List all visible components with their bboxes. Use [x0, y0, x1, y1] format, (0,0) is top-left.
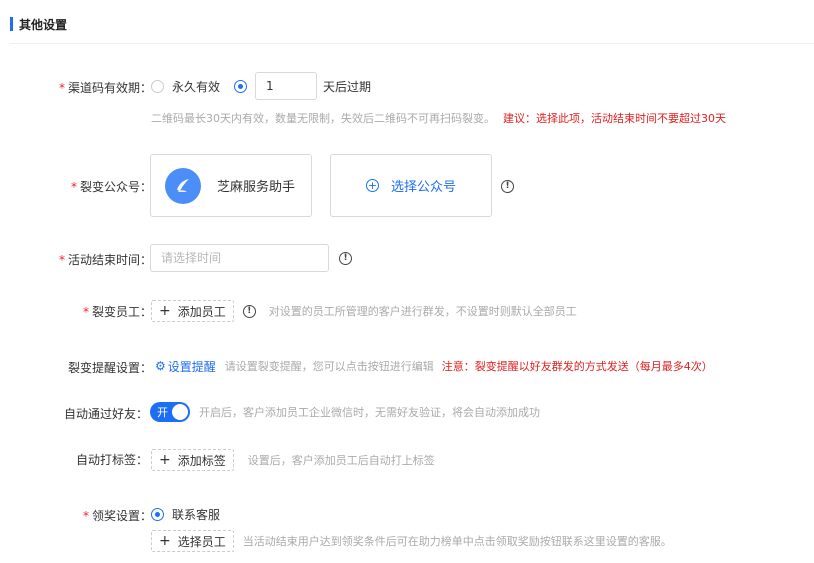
radio-forever-circle[interactable]: [151, 79, 164, 93]
plus-icon: +: [159, 452, 171, 468]
section-accent-bar: [10, 17, 13, 31]
reminder-warning: 注意：裂变提醒以好友群发的方式发送（每月最多4次）: [441, 360, 713, 373]
qr-validity-hint-row: 二维码最长30天内有效，数量无限制，失效后二维码不可再扫码裂变。 建议：选择此项…: [151, 110, 726, 126]
info-icon[interactable]: !: [242, 304, 256, 318]
info-icon[interactable]: !: [501, 180, 514, 193]
sesame-logo-icon: [177, 178, 189, 192]
radio-days-circle[interactable]: [234, 79, 248, 93]
switch-knob: [172, 404, 188, 420]
auto-accept-switch[interactable]: 开: [150, 402, 190, 422]
staff-label-text: 裂变员工：: [91, 305, 152, 319]
staff-hint: 对设置的员工所管理的客户进行群发，不设置时则默认全部员工: [268, 305, 577, 318]
reward-label: * 领奖设置：: [40, 507, 152, 524]
qr-validity-warning: 建议：选择此项，活动结束时间不要超过30天: [503, 112, 726, 125]
add-tag-label: 添加标签: [177, 453, 226, 468]
radio-forever-label: 永久有效: [172, 79, 221, 94]
add-staff-label: 添加员工: [177, 304, 226, 319]
auto-accept-row: 开 开启后，客户添加员工企业微信时，无需好友验证，将会自动添加成功: [150, 402, 540, 422]
required-mark: *: [82, 305, 89, 319]
plus-icon: +: [159, 533, 171, 549]
add-staff-button[interactable]: + 添加员工: [151, 300, 234, 322]
qr-validity-hint: 二维码最长30天内有效，数量无限制，失效后二维码不可再扫码裂变。: [151, 112, 495, 125]
radio-contact-service-circle[interactable]: [151, 507, 164, 521]
auto-tag-hint: 设置后，客户添加员工后自动打上标签: [247, 454, 435, 467]
reward-staff-row: + 选择员工 当活动结束用户达到领奖条件后可在助力榜单中点击领取奖励按钮联系这里…: [151, 530, 672, 552]
radio-days[interactable]: [234, 79, 248, 93]
select-staff-button[interactable]: + 选择员工: [151, 530, 234, 552]
radio-forever[interactable]: 永久有效: [151, 78, 220, 95]
reminder-row: ⚙ 设置提醒 请设置裂变提醒，您可以点击按钮进行编辑 注意：裂变提醒以好友群发的…: [155, 357, 713, 375]
end-time-input[interactable]: [150, 244, 329, 272]
auto-tag-label-text: 自动打标签：: [75, 453, 148, 467]
section-divider: [10, 43, 814, 44]
account-logo-icon: [165, 167, 201, 204]
reward-option-row: 联系客服: [151, 505, 220, 523]
required-mark: *: [70, 180, 77, 194]
radio-contact-service[interactable]: 联系客服: [151, 506, 220, 523]
qr-validity-options: 永久有效 天后过期: [151, 72, 371, 100]
staff-row: + 添加员工 ! 对设置的员工所管理的客户进行群发，不设置时则默认全部员工: [151, 300, 577, 322]
auto-accept-label-text: 自动通过好友：: [63, 407, 148, 421]
auto-tag-row: + 添加标签 设置后，客户添加员工后自动打上标签: [151, 449, 435, 471]
reward-label-text: 领奖设置：: [91, 509, 152, 523]
gear-icon: ⚙: [155, 359, 166, 373]
end-time-label-text: 活动结束时间：: [67, 253, 152, 267]
set-reminder-button[interactable]: ⚙ 设置提醒: [155, 358, 216, 375]
qr-validity-label-text: 渠道码有效期：: [67, 81, 152, 95]
days-suffix: 天后过期: [323, 79, 372, 94]
end-time-label: * 活动结束时间：: [40, 251, 152, 268]
official-account-label: * 裂变公众号：: [40, 178, 152, 195]
plus-circle-icon: +: [365, 179, 379, 192]
plus-icon: +: [159, 303, 171, 319]
staff-label: * 裂变员工：: [40, 303, 152, 320]
section-title: 其他设置: [19, 17, 68, 32]
auto-tag-label: 自动打标签：: [40, 451, 148, 468]
required-mark: *: [58, 253, 65, 267]
auto-accept-hint: 开启后，客户添加员工企业微信时，无需好友验证，将会自动添加成功: [199, 406, 540, 419]
reminder-label: 裂变提醒设置：: [40, 359, 152, 376]
qr-validity-label: * 渠道码有效期：: [40, 79, 152, 96]
days-input[interactable]: [255, 72, 318, 100]
set-reminder-label: 设置提醒: [167, 359, 216, 374]
official-account-label-text: 裂变公众号：: [79, 180, 152, 194]
reward-hint: 当活动结束用户达到领奖条件后可在助力榜单中点击领取奖励按钮联系这里设置的客服。: [242, 535, 672, 548]
select-staff-label: 选择员工: [177, 534, 226, 549]
select-official-account-button[interactable]: + 选择公众号: [330, 154, 492, 217]
select-official-account-label: 选择公众号: [390, 180, 456, 195]
radio-contact-service-label: 联系客服: [172, 507, 221, 522]
reminder-hint: 请设置裂变提醒，您可以点击按钮进行编辑: [224, 360, 434, 373]
add-tag-button[interactable]: + 添加标签: [151, 449, 234, 471]
official-account-card[interactable]: 芝麻服务助手: [150, 154, 312, 217]
required-mark: *: [82, 509, 89, 523]
switch-text: 开: [157, 406, 168, 419]
auto-accept-label: 自动通过好友：: [40, 405, 148, 422]
section-header: 其他设置: [10, 14, 67, 34]
reminder-label-text: 裂变提醒设置：: [67, 361, 152, 375]
account-name: 芝麻服务助手: [217, 180, 296, 195]
info-icon[interactable]: !: [339, 252, 352, 265]
required-mark: *: [58, 81, 65, 95]
